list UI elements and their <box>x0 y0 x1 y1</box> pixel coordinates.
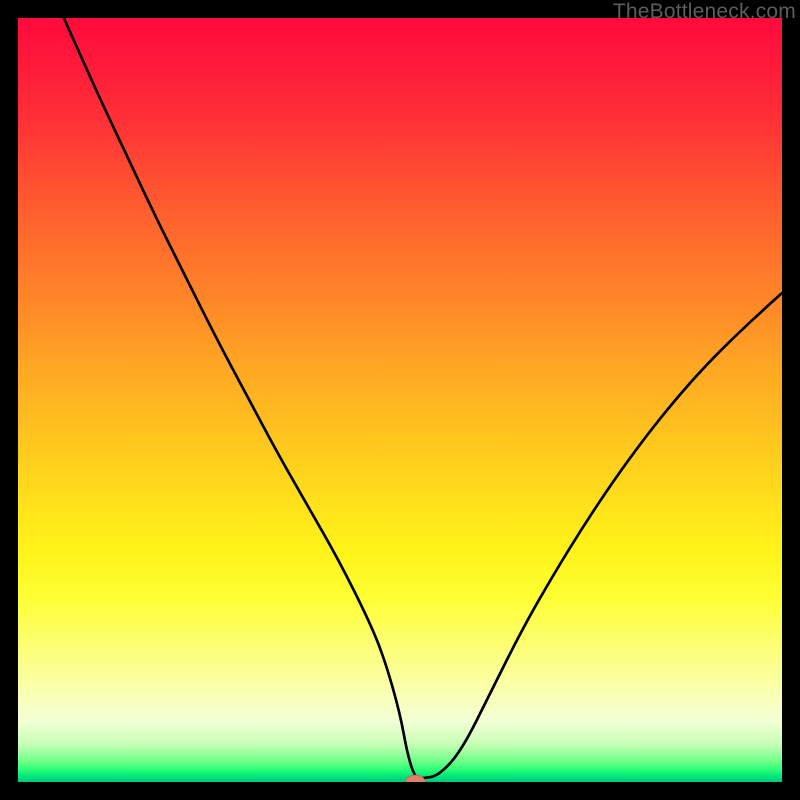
bottleneck-curve <box>64 18 782 778</box>
watermark-text: TheBottleneck.com <box>613 0 796 24</box>
optimum-marker <box>405 775 425 782</box>
chart-frame: TheBottleneck.com <box>0 0 800 800</box>
plot-area <box>18 18 782 782</box>
chart-svg <box>18 18 782 782</box>
